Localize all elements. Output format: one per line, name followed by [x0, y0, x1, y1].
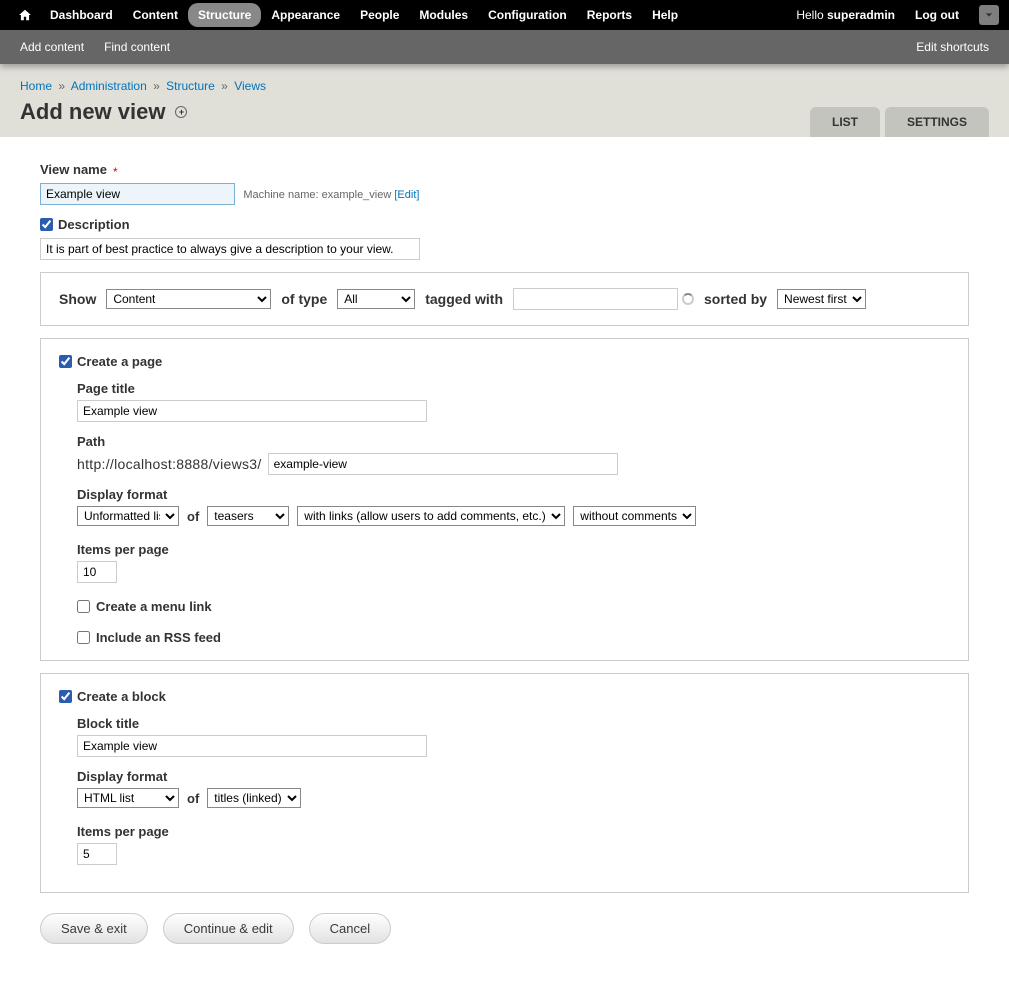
logout-link[interactable]: Log out [905, 3, 969, 27]
breadcrumb: Home » Administration » Structure » View… [20, 79, 989, 93]
page-of-label: of [187, 509, 199, 524]
show-label: Show [59, 291, 96, 307]
block-title-label: Block title [77, 716, 950, 731]
block-display-format-label: Display format [77, 769, 950, 784]
machine-name-edit-link[interactable]: [Edit] [394, 189, 419, 201]
create-block-label: Create a block [77, 689, 166, 704]
description-label: Description [58, 217, 130, 232]
machine-name-display: Machine name: example_view [Edit] [243, 189, 419, 201]
nav-reports[interactable]: Reports [577, 3, 642, 27]
page-header: Home » Administration » Structure » View… [0, 64, 1009, 137]
toolbar-toggle-icon[interactable] [979, 5, 999, 25]
view-name-input[interactable] [40, 183, 235, 205]
include-rss-checkbox[interactable] [77, 631, 90, 644]
breadcrumb-structure[interactable]: Structure [166, 79, 215, 93]
admin-toolbar: Dashboard Content Structure Appearance P… [0, 0, 1009, 30]
nav-help[interactable]: Help [642, 3, 688, 27]
add-shortcut-icon[interactable]: + [175, 106, 187, 118]
sorted-by-select[interactable]: Newest first [777, 289, 866, 309]
nav-people[interactable]: People [350, 3, 409, 27]
block-items-input[interactable] [77, 843, 117, 865]
show-fieldset: Show Content of type All tagged with sor… [40, 272, 969, 326]
shortcut-bar: Add content Find content Edit shortcuts [0, 30, 1009, 64]
breadcrumb-admin[interactable]: Administration [71, 79, 147, 93]
throbber-icon [682, 293, 694, 305]
page-title-label: Page title [77, 381, 950, 396]
page-display-format-label: Display format [77, 487, 950, 502]
create-block-fieldset: Create a block Block title Display forma… [40, 673, 969, 893]
tab-settings[interactable]: SETTINGS [885, 107, 989, 137]
continue-edit-button[interactable]: Continue & edit [163, 913, 294, 944]
tab-list[interactable]: LIST [810, 107, 880, 137]
cancel-button[interactable]: Cancel [309, 913, 391, 944]
required-marker: * [113, 165, 118, 179]
view-name-label: View name [40, 162, 107, 177]
description-checkbox[interactable] [40, 218, 53, 231]
shortcut-find-content[interactable]: Find content [104, 40, 170, 54]
include-rss-label: Include an RSS feed [96, 630, 221, 645]
block-row-style-select[interactable]: titles (linked) [207, 788, 301, 808]
path-input[interactable] [268, 453, 618, 475]
page-title: Add new view + [20, 99, 187, 137]
of-type-select[interactable]: All [337, 289, 415, 309]
block-title-input[interactable] [77, 735, 427, 757]
user-greeting[interactable]: Hello superadmin [786, 3, 905, 27]
page-format-select[interactable]: Unformatted list [77, 506, 179, 526]
nav-configuration[interactable]: Configuration [478, 3, 577, 27]
path-label: Path [77, 434, 950, 449]
tagged-with-input[interactable] [513, 288, 678, 310]
nav-modules[interactable]: Modules [409, 3, 478, 27]
create-page-label: Create a page [77, 354, 162, 369]
shortcut-add-content[interactable]: Add content [20, 40, 84, 54]
create-page-fieldset: Create a page Page title Path http://loc… [40, 338, 969, 661]
nav-dashboard[interactable]: Dashboard [40, 3, 123, 27]
create-block-checkbox[interactable] [59, 690, 72, 703]
page-items-input[interactable] [77, 561, 117, 583]
path-base-text: http://localhost:8888/views3/ [77, 456, 262, 472]
create-menu-link-label: Create a menu link [96, 599, 212, 614]
of-type-label: of type [281, 291, 327, 307]
page-items-label: Items per page [77, 542, 950, 557]
create-menu-link-checkbox[interactable] [77, 600, 90, 613]
nav-content[interactable]: Content [123, 3, 188, 27]
block-format-select[interactable]: HTML list [77, 788, 179, 808]
main-content: View name * Machine name: example_view [… [0, 137, 1009, 969]
page-title-input[interactable] [77, 400, 427, 422]
sorted-by-label: sorted by [704, 291, 767, 307]
save-exit-button[interactable]: Save & exit [40, 913, 148, 944]
tagged-with-label: tagged with [425, 291, 503, 307]
page-links-select[interactable]: with links (allow users to add comments,… [297, 506, 565, 526]
nav-structure[interactable]: Structure [188, 3, 261, 27]
block-items-label: Items per page [77, 824, 950, 839]
block-of-label: of [187, 791, 199, 806]
breadcrumb-home[interactable]: Home [20, 79, 52, 93]
show-select[interactable]: Content [106, 289, 271, 309]
home-icon[interactable] [18, 8, 32, 22]
page-row-style-select[interactable]: teasers [207, 506, 289, 526]
edit-shortcuts-link[interactable]: Edit shortcuts [916, 40, 989, 54]
description-input[interactable] [40, 238, 420, 260]
page-comments-select[interactable]: without comments [573, 506, 696, 526]
create-page-checkbox[interactable] [59, 355, 72, 368]
breadcrumb-views[interactable]: Views [234, 79, 266, 93]
nav-appearance[interactable]: Appearance [261, 3, 350, 27]
